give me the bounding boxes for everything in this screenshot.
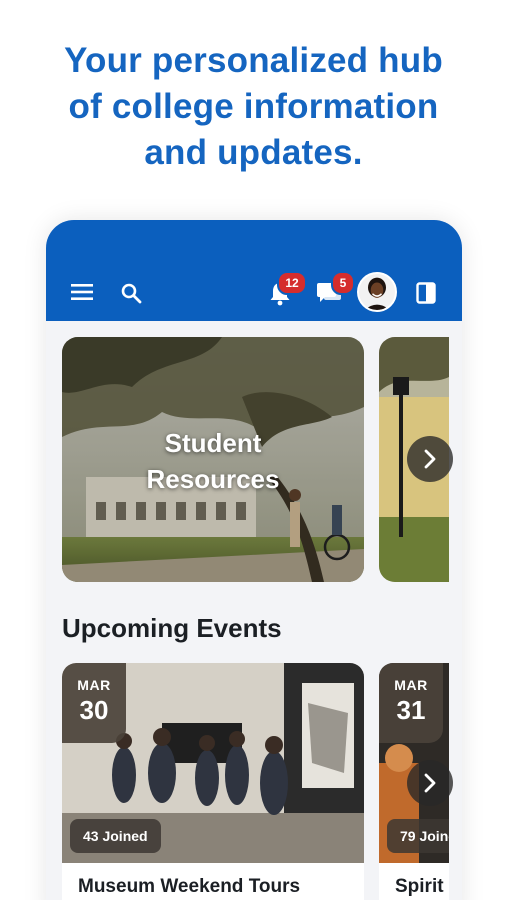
event-title: Museum Weekend Tours bbox=[78, 876, 301, 897]
chevron-right-icon bbox=[424, 449, 436, 469]
headline-line-3: and updates. bbox=[144, 133, 363, 172]
carousel-title-line-2: Resources bbox=[146, 464, 280, 494]
event-joined-count: 43 Joined bbox=[70, 819, 161, 853]
chevron-right-icon bbox=[424, 773, 436, 793]
headline-line-1: Your personalized hub bbox=[64, 41, 443, 80]
search-icon[interactable] bbox=[120, 282, 142, 304]
menu-icon[interactable] bbox=[71, 283, 93, 301]
event-month: MAR bbox=[77, 677, 111, 693]
event-date-chip: MAR 31 bbox=[379, 663, 443, 743]
event-date-chip: MAR 30 bbox=[62, 663, 126, 743]
carousel-card-title: Student Resources bbox=[62, 425, 364, 497]
event-card[interactable]: MAR 30 43 Joined Museum Weekend Tours bbox=[62, 663, 364, 900]
carousel-title-line-1: Student bbox=[164, 428, 262, 458]
event-day: 30 bbox=[79, 695, 109, 725]
event-joined-count: 79 Joined bbox=[387, 819, 449, 853]
headline-line-2: of college information bbox=[68, 87, 439, 126]
event-title: Spirit bbox=[395, 876, 444, 897]
events-next-button[interactable] bbox=[407, 760, 453, 806]
section-title-upcoming-events: Upcoming Events bbox=[62, 613, 282, 643]
carousel-card-student-resources[interactable]: Student Resources bbox=[62, 337, 364, 582]
headline: Your personalized hub of college informa… bbox=[0, 38, 507, 176]
carousel-next-button[interactable] bbox=[407, 436, 453, 482]
app-bar: 12 5 bbox=[46, 220, 462, 321]
message-count-badge: 5 bbox=[331, 271, 355, 295]
notification-count-badge: 12 bbox=[277, 271, 307, 295]
avatar[interactable] bbox=[357, 272, 397, 312]
event-month: MAR bbox=[394, 677, 428, 693]
phone-frame: 12 5 Student Resources Upcoming Events M… bbox=[46, 220, 462, 900]
event-day: 31 bbox=[396, 695, 426, 725]
side-panel-icon[interactable] bbox=[416, 282, 436, 304]
